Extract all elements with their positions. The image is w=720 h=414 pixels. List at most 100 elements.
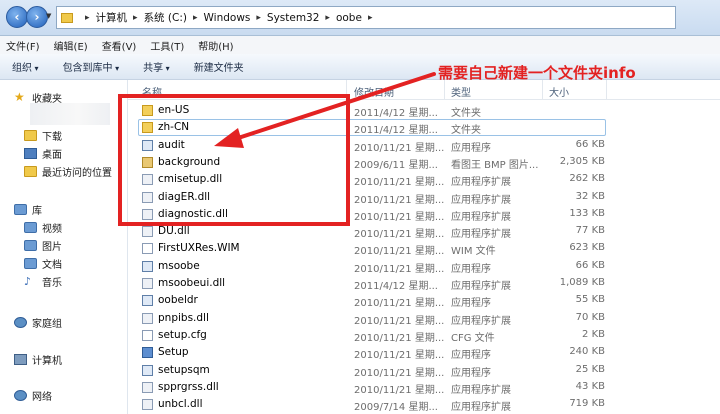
annotation-text: 需要自己新建一个文件夹info — [438, 64, 636, 82]
dll-icon — [142, 278, 153, 289]
nav-network[interactable]: 网络 — [14, 388, 52, 403]
file-name: msoobeui.dll — [158, 277, 226, 289]
file-size: 2 KB — [582, 328, 605, 340]
file-name: msoobe — [158, 259, 200, 272]
recent-places-icon — [24, 166, 37, 177]
breadcrumb-system32[interactable]: ▸ System32 — [250, 12, 319, 24]
nav-pictures[interactable]: 图片 — [24, 238, 62, 253]
file-date: 2010/11/21 星期... — [354, 350, 445, 362]
nav-desktop[interactable]: 桌面 — [24, 146, 62, 161]
file-size: 25 KB — [575, 363, 605, 375]
include-in-library-button[interactable]: 包含到库中 — [63, 59, 120, 74]
share-button[interactable]: 共享 — [143, 59, 170, 74]
file-row[interactable]: setup.cfg 2010/11/21 星期... CFG 文件 2 KB — [128, 327, 720, 344]
back-button[interactable]: ‹ — [6, 6, 28, 28]
file-name: FirstUXRes.WIM — [158, 242, 240, 255]
new-folder-button[interactable]: 新建文件夹 — [194, 59, 244, 74]
column-type[interactable]: 类型 — [451, 84, 471, 99]
dll-icon — [142, 381, 153, 393]
file-row[interactable]: unbcl.dll 2009/7/14 星期... 应用程序扩展 719 KB — [128, 396, 720, 413]
nav-computer[interactable]: 计算机 — [14, 352, 62, 367]
file-date: 2010/11/21 星期... — [354, 246, 445, 258]
file-name: pnpibs.dll — [158, 311, 209, 324]
file-row[interactable]: setupsqm 2010/11/21 星期... 应用程序 25 KB — [128, 362, 720, 379]
nav-homegroup[interactable]: 家庭组 — [14, 315, 62, 330]
menu-file[interactable]: 文件(F) — [6, 38, 40, 53]
nav-libraries[interactable]: 库 — [14, 202, 42, 217]
file-date: 2011/4/12 星期... — [354, 108, 438, 119]
file-row[interactable]: msoobeui.dll 2011/4/12 星期... 应用程序扩展 1,089 K… — [128, 275, 720, 292]
file-name: oobeldr — [158, 294, 198, 307]
file-size: 32 KB — [575, 190, 605, 202]
file-date: 2011/4/12 星期... — [354, 281, 438, 292]
file-row[interactable]: spprgrss.dll 2010/11/21 星期... 应用程序扩展 43 KB — [128, 379, 720, 396]
file-name: setup.cfg — [158, 328, 207, 341]
file-type: 应用程序扩展 — [451, 402, 511, 414]
music-icon: ♪ — [24, 275, 32, 288]
file-size: 133 KB — [569, 207, 605, 219]
file-row[interactable]: oobeldr 2010/11/21 星期... 应用程序 55 KB — [128, 292, 720, 309]
file-date: 2010/11/21 星期... — [354, 298, 445, 310]
file-date: 2010/11/21 星期... — [354, 384, 445, 396]
blue-icon — [142, 347, 153, 359]
forward-button[interactable]: › — [26, 6, 48, 28]
history-dropdown-icon[interactable]: ▼ — [46, 12, 51, 20]
file-row[interactable]: FirstUXRes.WIM 2010/11/21 星期... WIM 文件 623 … — [128, 240, 720, 257]
file-icon — [142, 329, 153, 341]
file-type: 文件夹 — [451, 108, 481, 119]
menu-view[interactable]: 查看(V) — [102, 38, 137, 53]
library-icon — [14, 204, 27, 215]
computer-icon — [14, 354, 27, 365]
file-icon — [142, 243, 153, 255]
video-icon — [24, 222, 37, 233]
column-divider[interactable] — [606, 80, 607, 100]
file-type: 应用程序扩展 — [451, 177, 511, 189]
breadcrumb[interactable]: ▸ 计算机 ▸ 系统 (C:) ▸ Windows ▸ System32 ▸ oobe ▸ — [56, 6, 676, 29]
column-divider[interactable] — [542, 80, 543, 100]
column-date[interactable]: 修改日期 — [354, 84, 394, 99]
file-type: 应用程序扩展 — [451, 229, 511, 241]
nav-music[interactable]: ♪ 音乐 — [24, 274, 62, 289]
navigation-pane: ★ 收藏夹 下载 桌面 最近访问的位置 库 视频 图片 文档 ♪ 音乐 家庭组 计算… — [0, 80, 128, 414]
exe-icon — [142, 260, 153, 272]
breadcrumb-drive-c[interactable]: ▸ 系统 (C:) — [127, 10, 187, 25]
pictures-icon — [24, 240, 37, 251]
column-size[interactable]: 大小 — [549, 84, 569, 99]
file-row[interactable]: pnpibs.dll 2010/11/21 星期... 应用程序扩展 70 KB — [128, 310, 720, 327]
dll-icon — [142, 312, 153, 324]
star-icon: ★ — [14, 90, 25, 104]
file-date: 2011/4/12 星期... — [354, 125, 438, 137]
file-date: 2010/11/21 星期... — [354, 315, 445, 327]
nav-downloads[interactable]: 下载 — [24, 128, 62, 143]
file-size: 55 KB — [575, 294, 605, 306]
file-date: 2009/7/14 星期... — [354, 402, 438, 414]
menu-edit[interactable]: 编辑(E) — [54, 38, 88, 53]
breadcrumb-windows[interactable]: ▸ Windows — [187, 12, 250, 24]
file-size: 623 KB — [569, 242, 605, 254]
folder-icon — [61, 12, 73, 23]
exe-icon — [142, 364, 153, 376]
file-date: 2010/11/21 星期... — [354, 211, 445, 223]
menu-help[interactable]: 帮助(H) — [198, 38, 233, 53]
nav-documents[interactable]: 文档 — [24, 256, 62, 271]
file-type: 应用程序扩展 — [451, 315, 511, 327]
file-row[interactable]: msoobe 2010/11/21 星期... 应用程序 66 KB — [128, 258, 720, 275]
file-type: 应用程序扩展 — [451, 211, 511, 223]
annotation-highlight-box — [118, 94, 350, 226]
nav-recent[interactable]: 最近访问的位置 — [24, 164, 112, 179]
breadcrumb-oobe[interactable]: ▸ oobe ▸ — [319, 12, 378, 24]
file-type: 看图王 BMP 图片... — [451, 159, 539, 171]
file-name: unbcl.dll — [158, 398, 203, 411]
file-date: 2009/6/11 星期... — [354, 159, 438, 171]
organize-button[interactable]: 组织 — [12, 59, 39, 74]
column-divider[interactable] — [444, 80, 445, 100]
file-type: WIM 文件 — [451, 246, 496, 258]
file-size: 66 KB — [575, 138, 605, 150]
nav-videos[interactable]: 视频 — [24, 220, 62, 235]
file-row[interactable]: Setup 2010/11/21 星期... 应用程序 240 KB — [128, 344, 720, 361]
file-type: 应用程序扩展 — [451, 384, 511, 396]
blurred-region — [30, 103, 110, 125]
menu-tools[interactable]: 工具(T) — [150, 38, 184, 53]
file-size: 262 KB — [569, 173, 605, 185]
breadcrumb-computer[interactable]: ▸ 计算机 — [79, 10, 127, 25]
